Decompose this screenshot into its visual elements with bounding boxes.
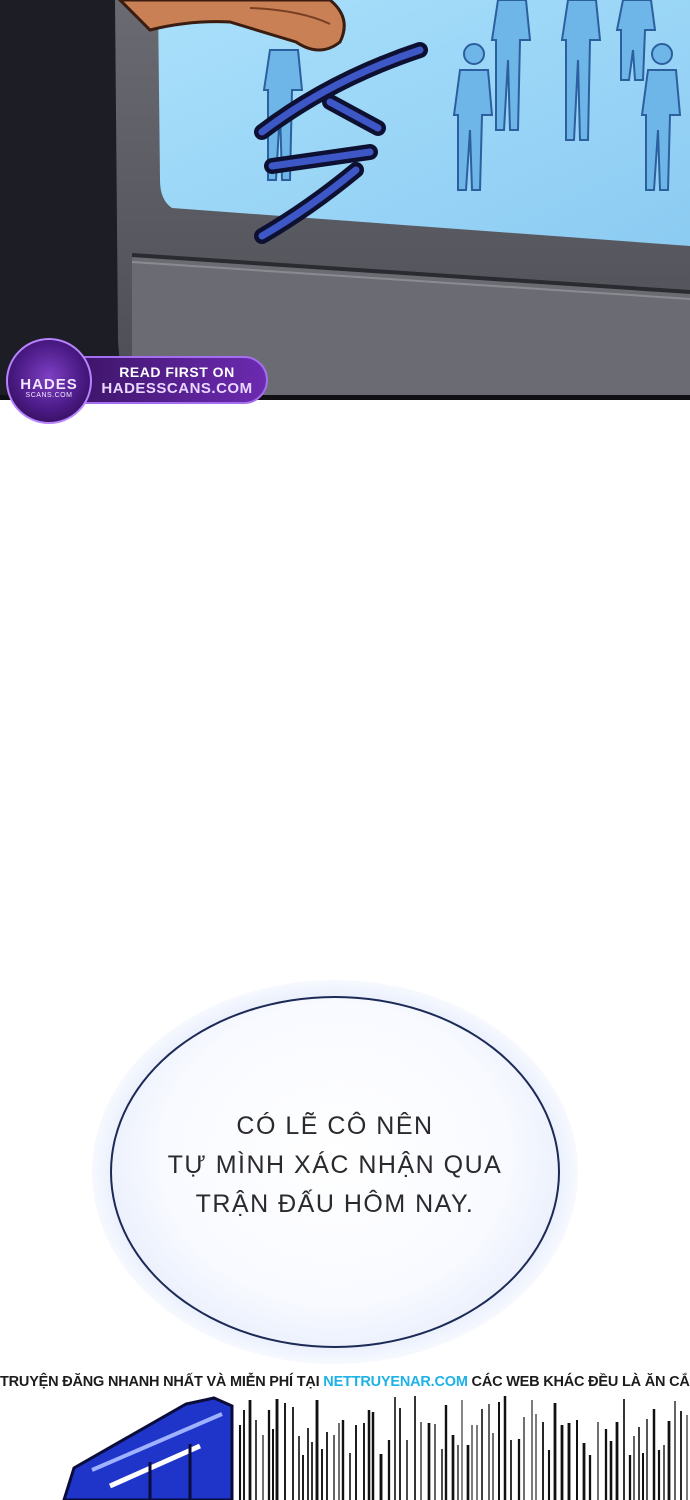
emblem-subtitle: SCANS.COM <box>25 391 73 399</box>
hades-logo-icon: HADES SCANS.COM <box>6 338 92 424</box>
notice-site-link[interactable]: NETTRUYENAR.COM <box>323 1374 468 1390</box>
site-notice: TRUYỆN ĐĂNG NHANH NHẤT VÀ MIỄN PHÍ TẠI N… <box>0 1368 690 1396</box>
speech-line: CÓ LẼ CÔ NÊN <box>236 1111 434 1140</box>
notice-text-before: TRUYỆN ĐĂNG NHANH NHẤT VÀ MIỄN PHÍ TẠI <box>0 1374 324 1390</box>
comic-panel-bottom <box>0 1396 690 1500</box>
speech-line: TỰ MÌNH XÁC NHẬN QUA <box>167 1150 503 1179</box>
building-illustration <box>0 1396 690 1500</box>
notice-text-after: CÁC WEB KHÁC ĐỀU LÀ ĂN CẮP <box>467 1374 690 1390</box>
speech-bubble: CÓ LẼ CÔ NÊN TỰ MÌNH XÁC NHẬN QUA TRẬN Đ… <box>110 996 560 1348</box>
emblem-title: HADES <box>20 375 78 393</box>
watermark-line1: READ FIRST ON <box>119 363 235 380</box>
watermark-banner: READ FIRST ON HADESSCANS.COM <box>72 356 268 404</box>
watermark-line2: HADESSCANS.COM <box>101 379 253 397</box>
speech-bubble-text: CÓ LẼ CÔ NÊN TỰ MÌNH XÁC NHẬN QUA TRẬN Đ… <box>168 1107 503 1224</box>
speech-line: TRẬN ĐẤU HÔM NAY. <box>195 1189 475 1218</box>
hadesscans-watermark: READ FIRST ON HADESSCANS.COM HADES SCANS… <box>6 338 268 424</box>
